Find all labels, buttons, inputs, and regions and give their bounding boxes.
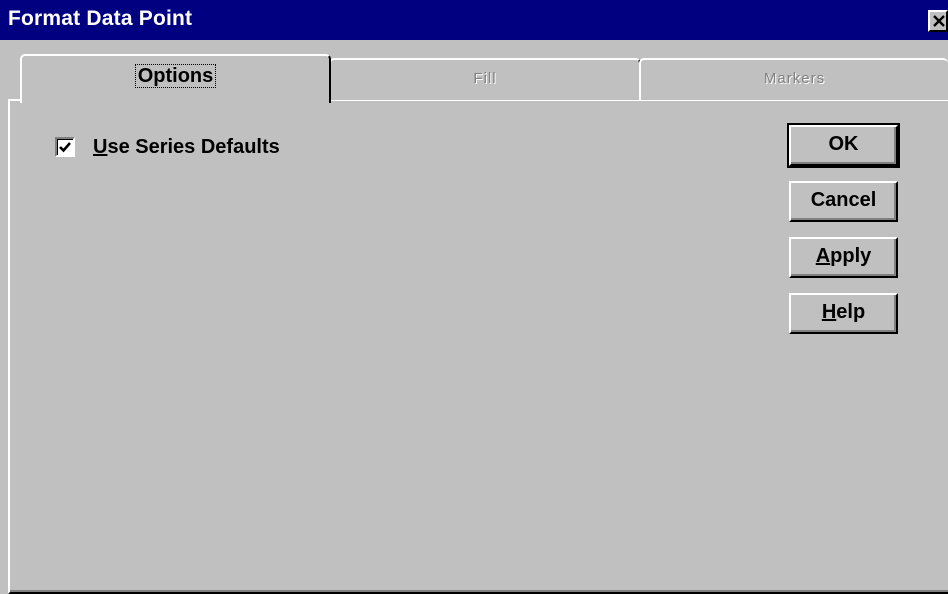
apply-button[interactable]: Apply bbox=[789, 237, 898, 278]
apply-button-mnemonic: A bbox=[815, 245, 831, 267]
tab-fill: Fill bbox=[329, 58, 641, 100]
checkmark-icon bbox=[59, 142, 71, 153]
tab-options[interactable]: Options bbox=[20, 54, 331, 103]
cancel-button[interactable]: Cancel bbox=[789, 181, 898, 222]
use-series-defaults-label-rest: se Series Defaults bbox=[107, 136, 280, 158]
use-series-defaults-mnemonic: U bbox=[93, 136, 108, 158]
apply-button-label-rest: pply bbox=[830, 245, 872, 267]
ok-button[interactable]: OK bbox=[787, 123, 900, 168]
cancel-button-label: Cancel bbox=[810, 189, 877, 211]
use-series-defaults-label: Use Series Defaults bbox=[93, 136, 280, 158]
use-series-defaults-checkbox[interactable] bbox=[55, 137, 75, 157]
close-icon bbox=[933, 15, 945, 27]
tab-markers: Markers bbox=[639, 58, 948, 100]
format-data-point-dialog: Format Data Point Fill Markers Options U… bbox=[0, 0, 948, 594]
help-button-mnemonic: H bbox=[821, 301, 837, 323]
window-title: Format Data Point bbox=[8, 7, 193, 30]
help-button[interactable]: Help bbox=[789, 293, 898, 334]
tab-markers-label: Markers bbox=[763, 70, 826, 87]
help-button-label-rest: elp bbox=[836, 301, 866, 323]
tab-options-label: Options bbox=[134, 64, 217, 88]
tab-page-options bbox=[8, 99, 948, 594]
close-button[interactable] bbox=[928, 10, 948, 32]
ok-button-label: OK bbox=[828, 133, 859, 155]
title-bar[interactable]: Format Data Point bbox=[0, 0, 948, 40]
tab-page-bottom-shadow bbox=[10, 590, 948, 592]
tab-fill-label: Fill bbox=[473, 70, 497, 87]
